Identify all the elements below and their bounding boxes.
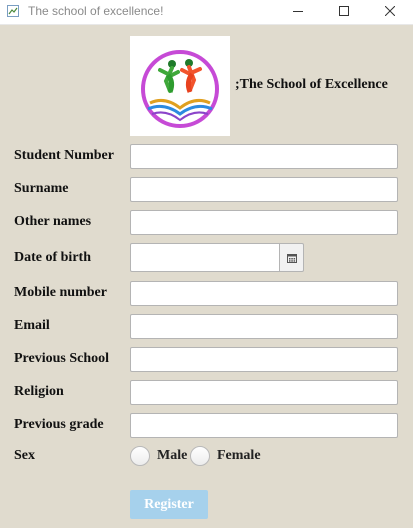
school-logo	[130, 36, 230, 136]
previous-school-label: Previous School	[14, 351, 110, 366]
religion-label: Religion	[14, 384, 64, 399]
mobile-number-label: Mobile number	[14, 285, 107, 300]
close-icon	[385, 6, 395, 16]
date-picker-button[interactable]	[279, 243, 304, 272]
maximize-button[interactable]	[321, 0, 367, 24]
sex-label: Sex	[14, 448, 35, 463]
religion-input[interactable]	[130, 380, 398, 405]
school-logo-icon	[141, 50, 219, 128]
app-icon	[7, 5, 19, 17]
female-radio-label[interactable]: Female	[217, 448, 261, 464]
mobile-number-input[interactable]	[130, 281, 398, 306]
email-input[interactable]	[130, 314, 398, 339]
school-name: ;The School of Excellence	[235, 77, 388, 92]
other-names-label: Other names	[14, 214, 92, 229]
date-of-birth-label: Date of birth	[14, 250, 91, 265]
window-title: The school of excellence!	[28, 4, 164, 18]
date-of-birth-input[interactable]	[130, 243, 280, 272]
student-number-label: Student Number	[14, 148, 114, 163]
register-button[interactable]: Register	[130, 490, 208, 519]
previous-school-input[interactable]	[130, 347, 398, 372]
male-radio-label[interactable]: Male	[157, 448, 187, 464]
minimize-icon	[293, 11, 303, 12]
surname-input[interactable]	[130, 177, 398, 202]
male-radio[interactable]	[130, 446, 150, 466]
email-label: Email	[14, 318, 50, 333]
close-button[interactable]	[367, 0, 413, 24]
title-bar: The school of excellence!	[0, 0, 413, 25]
minimize-button[interactable]	[275, 0, 321, 24]
calendar-icon	[287, 254, 297, 263]
maximize-icon	[339, 6, 349, 16]
previous-grade-label: Previous grade	[14, 417, 104, 432]
female-radio[interactable]	[190, 446, 210, 466]
other-names-input[interactable]	[130, 210, 398, 235]
previous-grade-input[interactable]	[130, 413, 398, 438]
student-number-input[interactable]	[130, 144, 398, 169]
surname-label: Surname	[14, 181, 69, 196]
